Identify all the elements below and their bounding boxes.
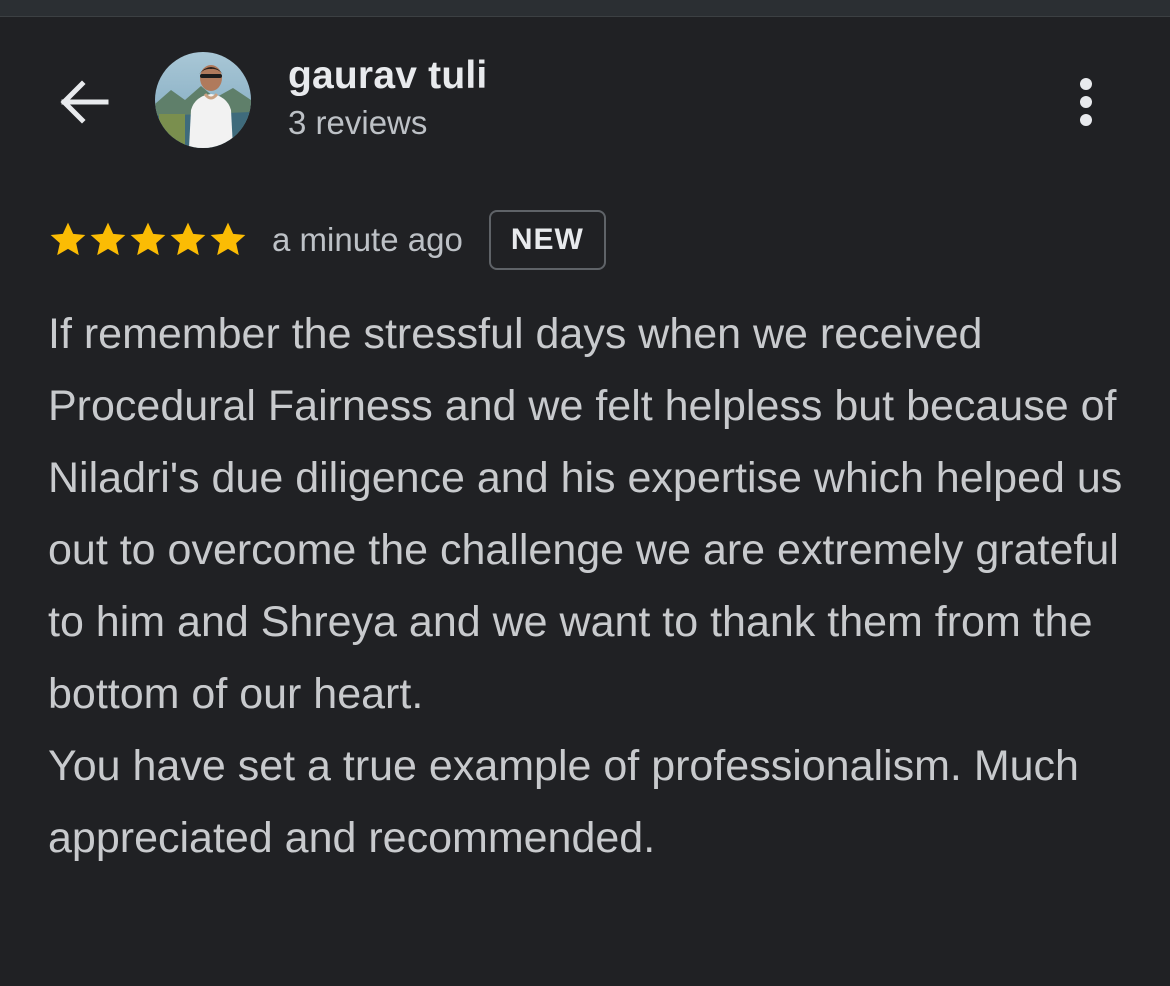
review-paragraph: You have set a true example of professio…: [48, 742, 1079, 862]
avatar-image: [155, 52, 251, 148]
rating-row: a minute ago NEW: [48, 206, 606, 274]
review-time: a minute ago: [272, 221, 463, 258]
more-vert-icon: [1080, 78, 1092, 126]
top-strip: [0, 0, 1170, 17]
review-paragraph: If remember the stressful days when we r…: [48, 310, 1123, 718]
review-header: gaurav tuli 3 reviews: [0, 16, 1170, 186]
star-icon: [50, 222, 86, 256]
star-icon: [90, 222, 126, 256]
reviewer-name[interactable]: gaurav tuli: [288, 54, 487, 98]
review-count[interactable]: 3 reviews: [288, 104, 427, 142]
star-rating: [48, 220, 248, 260]
back-button[interactable]: [50, 70, 118, 134]
new-badge: NEW: [488, 210, 606, 270]
arrow-left-icon: [60, 80, 109, 124]
more-options-button[interactable]: [1058, 68, 1114, 136]
star-icon: [210, 222, 246, 256]
avatar[interactable]: [155, 52, 251, 148]
review-text: If remember the stressful days when we r…: [48, 298, 1133, 874]
star-icon: [130, 222, 166, 256]
star-icon: [170, 222, 206, 256]
